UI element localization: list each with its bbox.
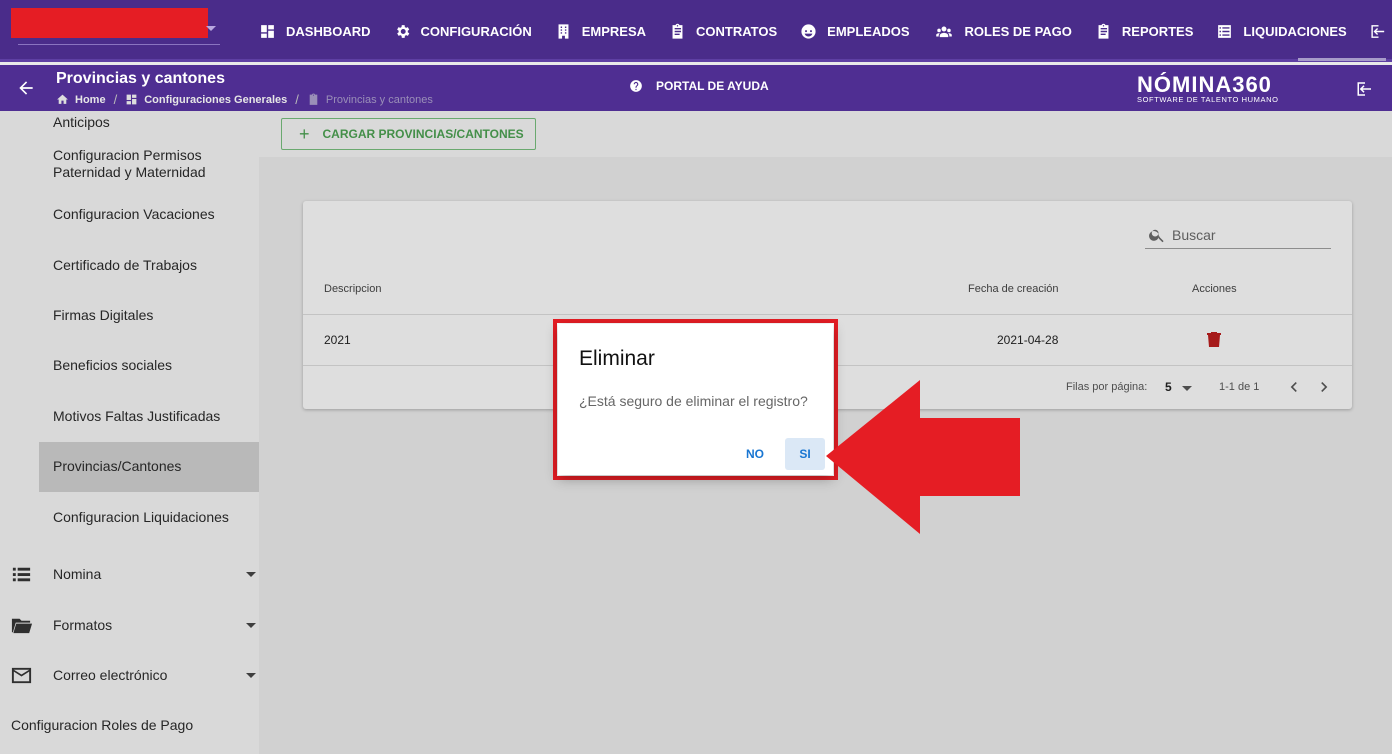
nav-label: ROLES DE PAGO [964,23,1072,39]
page-header-bar: Provincias y cantones Home / Configuraci… [0,65,1392,111]
clipboard-icon [1098,23,1109,39]
confirm-delete-dialog: Eliminar ¿Está seguro de eliminar el reg… [558,324,833,475]
nav-label: REPORTES [1121,23,1194,39]
exit-icon [1371,24,1384,38]
redacted-company-name[interactable] [11,8,208,38]
nomina360-logo: NÓMINA360 SOFTWARE DE TALENTO HUMANO [1137,74,1279,104]
nav-label: DASHBOARD [286,23,371,39]
building-icon [558,23,569,39]
breadcrumb-current: Provincias y cantones [307,93,433,106]
nav-liquidaciones[interactable]: LIQUIDACIONES [1207,0,1360,62]
nav-label: EMPLEADOS [827,23,910,39]
breadcrumb-label: Provincias y cantones [325,93,433,106]
nav-contratos[interactable]: CONTRATOS [660,0,791,62]
dashboard-icon [261,24,274,38]
breadcrumb-configuraciones[interactable]: Configuraciones Generales [125,93,287,106]
chevron-down-icon[interactable] [206,26,216,31]
face-icon [801,23,816,39]
breadcrumb-label: Configuraciones Generales [144,93,288,106]
breadcrumb-separator: / [113,92,118,107]
nav-empleados[interactable]: EMPLEADOS [791,0,923,62]
help-portal-link[interactable]: PORTAL DE AYUDA [629,79,769,93]
nav-truncated[interactable]: CE [1361,0,1392,62]
nav-label: CONFIGURACIÓN [420,23,532,39]
nav-dashboard[interactable]: DASHBOARD [250,0,385,62]
breadcrumb-label: Home [75,93,106,106]
clipboard-icon [672,23,683,39]
dialog-message: ¿Está seguro de eliminar el registro? [579,393,808,409]
arrow-left-icon[interactable] [16,78,36,98]
no-button[interactable]: NO [735,438,775,470]
people-icon [935,26,952,37]
company-select-underline [18,44,220,45]
nav-reportes[interactable]: REPORTES [1086,0,1208,62]
breadcrumb-separator: / [295,92,299,107]
nav-label: LIQUIDACIONES [1243,23,1347,39]
help-circle-icon [630,80,642,92]
home-icon [57,94,68,104]
clipboard-icon [309,93,318,105]
gear-icon [396,24,409,38]
red-arrow-annotation [826,380,1020,534]
list-icon [1218,24,1232,38]
logo-sub-text: SOFTWARE DE TALENTO HUMANO [1137,95,1279,104]
main-nav: DASHBOARD CONFIGURACIÓN EMPRESA CONTRATO… [250,0,1392,62]
breadcrumb: Home / Configuraciones Generales / Provi… [56,92,433,107]
nav-roles-de-pago[interactable]: ROLES DE PAGO [924,0,1086,62]
nav-label: CONTRATOS [696,23,778,39]
help-label: PORTAL DE AYUDA [656,79,769,93]
dashboard-icon [126,94,137,105]
yes-button[interactable]: SI [785,438,825,470]
logout-icon[interactable] [1356,80,1374,98]
page-title: Provincias y cantones [56,70,225,87]
breadcrumb-home[interactable]: Home [56,93,106,106]
nav-empresa[interactable]: EMPRESA [546,0,660,62]
nav-label: EMPRESA [581,23,647,39]
nav-configuracion[interactable]: CONFIGURACIÓN [385,0,546,62]
logo-main-text: NÓMINA360 [1137,72,1272,97]
top-navbar: DASHBOARD CONFIGURACIÓN EMPRESA CONTRATO… [0,0,1392,62]
nav-active-indicator [1298,58,1386,61]
dialog-title: Eliminar [579,347,655,370]
